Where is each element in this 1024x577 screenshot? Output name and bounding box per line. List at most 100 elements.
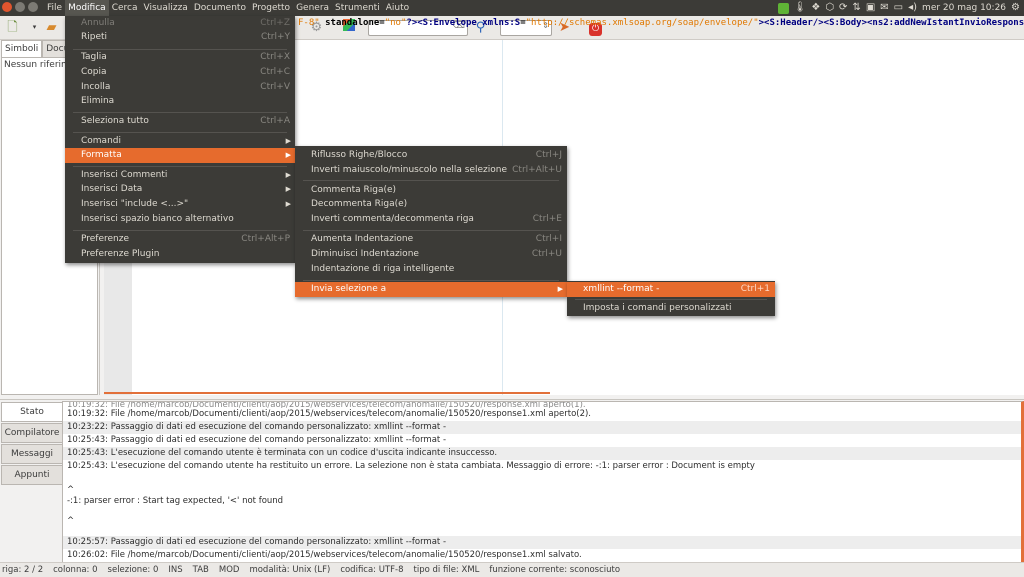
menu-item-preferenze[interactable]: Preferenze Ctrl+Alt+P bbox=[65, 232, 295, 247]
log-line: 10:25:43: L'esecuzione del comando utent… bbox=[63, 447, 1021, 460]
log-line: 10:26:02: File /home/marcob/Documenti/cl… bbox=[67, 550, 582, 560]
status-log[interactable]: 10:19:32: File /home/marcob/Documenti/cl… bbox=[62, 401, 1024, 563]
menu-item-xmllint-format[interactable]: xmllint --format - Ctrl+1 bbox=[567, 282, 775, 297]
submenu-arrow-icon: ▶ bbox=[557, 285, 563, 293]
menu-item-spazio-bianco[interactable]: Inserisci spazio bianco alternativo bbox=[65, 212, 295, 227]
chevron-down-icon[interactable]: ▾ bbox=[26, 19, 43, 36]
menu-item-commenta[interactable]: Commenta Riga(e) bbox=[295, 183, 567, 198]
menu-item-incolla[interactable]: Incolla Ctrl+V bbox=[65, 80, 295, 95]
keyboard-layout-icon[interactable]: ▣ bbox=[866, 0, 875, 16]
submenu-arrow-icon: ▶ bbox=[285, 137, 291, 145]
editor-tab-indicator bbox=[104, 392, 550, 394]
update-ok-icon[interactable] bbox=[777, 2, 789, 14]
menu-file[interactable]: File bbox=[44, 0, 65, 16]
submenu-arrow-icon: ▶ bbox=[285, 171, 291, 179]
status-eol-mode: modalità: Unix (LF) bbox=[249, 565, 331, 575]
menu-item-inserisci-include[interactable]: Inserisci "include <...>" ▶ bbox=[65, 197, 295, 212]
log-line: -:1: parser error : Start tag expected, … bbox=[67, 496, 284, 506]
clock[interactable]: mer 20 mag 10:26 bbox=[922, 0, 1006, 16]
maximize-window-button[interactable] bbox=[28, 2, 38, 12]
menu-item-inverti-maiuscolo[interactable]: Inverti maiuscolo/minuscolo nella selezi… bbox=[295, 163, 567, 178]
submenu-arrow-icon: ▶ bbox=[285, 151, 291, 159]
tab-compilatore[interactable]: Compilatore bbox=[1, 423, 62, 443]
power-icon[interactable]: ⚙ bbox=[1011, 0, 1020, 16]
open-folder-icon[interactable]: ▰ bbox=[43, 19, 60, 36]
menu-cerca[interactable]: Cerca bbox=[109, 0, 141, 16]
menu-separator bbox=[303, 180, 559, 181]
battery-icon[interactable]: ▭ bbox=[894, 0, 903, 16]
menu-separator bbox=[73, 132, 287, 133]
statusbar: riga: 2 / 2 colonna: 0 selezione: 0 INS … bbox=[0, 562, 1024, 577]
menu-item-copia[interactable]: Copia Ctrl+C bbox=[65, 65, 295, 80]
menu-item-inserisci-commenti[interactable]: Inserisci Commenti ▶ bbox=[65, 168, 295, 183]
menu-modifica[interactable]: Modifica bbox=[65, 0, 109, 16]
menu-item-annulla[interactable]: Annulla Ctrl+Z bbox=[65, 16, 295, 31]
status-encoding: codifica: UTF-8 bbox=[340, 565, 404, 575]
formatta-submenu: Riflusso Righe/Blocco Ctrl+J Inverti maiu… bbox=[295, 146, 567, 297]
menu-item-riflusso[interactable]: Riflusso Righe/Blocco Ctrl+J bbox=[295, 148, 567, 163]
menu-item-formatta[interactable]: Formatta ▶ bbox=[65, 148, 295, 163]
menu-separator bbox=[575, 299, 767, 300]
menu-item-aumenta-indentazione[interactable]: Aumenta Indentazione Ctrl+I bbox=[295, 232, 567, 247]
tab-appunti[interactable]: Appunti bbox=[1, 465, 62, 485]
menu-separator bbox=[303, 280, 559, 281]
menu-item-indentazione-intelligente[interactable]: Indentazione di riga intelligente bbox=[295, 262, 567, 277]
status-filetype: tipo di file: XML bbox=[413, 565, 480, 575]
menu-item-seleziona-tutto[interactable]: Seleziona tutto Ctrl+A bbox=[65, 114, 295, 129]
editor-code-line[interactable]: F-8" standalone="no"?><S:Envelope xmlns:… bbox=[298, 18, 1024, 28]
menu-item-imposta-comandi[interactable]: Imposta i comandi personalizzati bbox=[567, 301, 775, 316]
menu-visualizza[interactable]: Visualizza bbox=[140, 0, 190, 16]
tab-simboli[interactable]: Simboli bbox=[1, 40, 43, 57]
menu-separator bbox=[73, 230, 287, 231]
network-icon[interactable]: ⇅ bbox=[852, 0, 860, 16]
menu-item-taglia[interactable]: Taglia Ctrl+X bbox=[65, 50, 295, 65]
invia-selezione-submenu: xmllint --format - Ctrl+1 Imposta i coman… bbox=[567, 281, 775, 316]
status-column: colonna: 0 bbox=[53, 565, 98, 575]
menu-item-ripeti[interactable]: Ripeti Ctrl+Y bbox=[65, 30, 295, 45]
menu-documento[interactable]: Documento bbox=[191, 0, 249, 16]
new-file-icon[interactable]: 🗋 bbox=[4, 19, 21, 36]
menu-strumenti[interactable]: Strumenti bbox=[332, 0, 383, 16]
log-line: 10:25:57: Passaggio di dati ed esecuzion… bbox=[63, 536, 1021, 549]
message-window: Stato Compilatore Messaggi Appunti 10:19… bbox=[0, 399, 1024, 563]
status-selection: selezione: 0 bbox=[107, 565, 159, 575]
system-tray: 🌡 ❖ ⬡ ⟳ ⇅ ▣ ✉ ▭ ◂) mer 20 mag 10:26 ⚙ bbox=[777, 0, 1020, 16]
menu-item-diminuisci-indentazione[interactable]: Diminuisci Indentazione Ctrl+U bbox=[295, 247, 567, 262]
submenu-arrow-icon: ▶ bbox=[285, 200, 291, 208]
volume-icon[interactable]: ◂) bbox=[908, 0, 917, 16]
status-modified: MOD bbox=[218, 565, 240, 575]
dropbox-icon[interactable]: ❖ bbox=[811, 0, 820, 16]
log-line: ^ bbox=[67, 485, 75, 495]
menu-item-inverti-commenta[interactable]: Inverti commenta/decommenta riga Ctrl+E bbox=[295, 212, 567, 227]
tab-messaggi[interactable]: Messaggi bbox=[1, 444, 62, 464]
log-line: 10:25:43: Passaggio di dati ed esecuzion… bbox=[67, 435, 447, 445]
mail-icon[interactable]: ✉ bbox=[880, 0, 888, 16]
menu-item-elimina[interactable]: Elimina bbox=[65, 94, 295, 109]
menu-aiuto[interactable]: Aiuto bbox=[383, 0, 412, 16]
status-line: riga: 2 / 2 bbox=[2, 565, 44, 575]
submenu-arrow-icon: ▶ bbox=[285, 185, 291, 193]
menu-item-comandi[interactable]: Comandi ▶ bbox=[65, 134, 295, 149]
sidebar-message: Nessun riferim bbox=[4, 60, 70, 70]
package-icon[interactable]: ⬡ bbox=[825, 0, 834, 16]
menu-item-decommenta[interactable]: Decommenta Riga(e) bbox=[295, 197, 567, 212]
status-indent-mode: TAB bbox=[192, 565, 209, 575]
menu-item-inserisci-data[interactable]: Inserisci Data ▶ bbox=[65, 182, 295, 197]
log-line: 10:19:32: File /home/marcob/Documenti/cl… bbox=[67, 409, 592, 419]
menu-item-preferenze-plugin[interactable]: Preferenze Plugin bbox=[65, 247, 295, 262]
menu-genera[interactable]: Genera bbox=[293, 0, 332, 16]
close-window-button[interactable] bbox=[2, 2, 12, 12]
log-line: 10:23:22: Passaggio di dati ed esecuzion… bbox=[63, 421, 1021, 434]
menu-progetto[interactable]: Progetto bbox=[249, 0, 293, 16]
menu-item-invia-selezione[interactable]: Invia selezione a ▶ bbox=[295, 282, 567, 297]
tab-stato[interactable]: Stato bbox=[1, 402, 62, 422]
status-insert-mode: INS bbox=[168, 565, 183, 575]
thermometer-icon[interactable]: 🌡 bbox=[794, 0, 807, 16]
menu-separator bbox=[303, 230, 559, 231]
sync-icon[interactable]: ⟳ bbox=[839, 0, 847, 16]
log-line: ^ bbox=[67, 516, 75, 526]
minimize-window-button[interactable] bbox=[15, 2, 25, 12]
